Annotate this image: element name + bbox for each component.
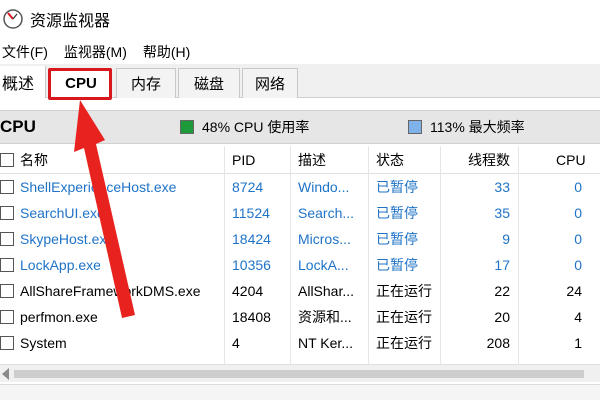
column-threads[interactable]: 线程数 [468, 146, 510, 174]
row-checkbox[interactable] [0, 258, 14, 272]
process-pid: 4 [232, 335, 240, 351]
process-status: 正在运行 [376, 309, 432, 325]
table-row[interactable]: LockApp.exe 10356 LockA... 已暂停 17 0 [0, 252, 600, 278]
process-cpu: 24 [566, 283, 582, 299]
row-checkbox[interactable] [0, 336, 14, 350]
process-threads: 20 [494, 309, 510, 325]
table-row[interactable]: perfmon.exe 18408 资源和... 正在运行 20 4 [0, 304, 600, 330]
process-description: AllShar... [298, 283, 355, 299]
tab-cpu[interactable]: CPU [50, 68, 112, 98]
next-section-header[interactable] [0, 384, 600, 400]
process-status: 已暂停 [376, 231, 418, 247]
process-cpu: 0 [574, 205, 582, 221]
process-description: Search... [298, 205, 355, 221]
table-row[interactable]: AllShareFrameworkDMS.exe 4204 AllShar...… [0, 278, 600, 304]
process-pid: 4204 [232, 283, 264, 299]
row-checkbox[interactable] [0, 180, 14, 194]
menu-monitor[interactable]: 监视器(M) [62, 42, 129, 62]
title-bar: 资源监视器 [0, 0, 600, 38]
scroll-thumb[interactable] [14, 370, 584, 378]
column-name[interactable]: 名称 [20, 146, 48, 174]
process-cpu: 0 [574, 179, 582, 195]
row-checkbox[interactable] [0, 206, 14, 220]
process-cpu: 0 [574, 257, 582, 273]
tab-disk[interactable]: 磁盘 [178, 68, 240, 98]
process-table: ShellExperienceHost.exe 8724 Windo... 已暂… [0, 174, 600, 356]
tab-overview[interactable]: 概述 [0, 66, 46, 98]
menu-bar: 文件(F) 监视器(M) 帮助(H) [0, 40, 204, 64]
menu-file[interactable]: 文件(F) [0, 42, 50, 62]
process-threads: 17 [494, 257, 510, 273]
column-pid[interactable]: PID [232, 146, 255, 174]
process-name: perfmon.exe [20, 309, 98, 325]
column-description[interactable]: 描述 [298, 146, 326, 174]
process-description: NT Ker... [298, 335, 353, 351]
process-status: 正在运行 [376, 335, 432, 351]
cpu-usage-label: 48% CPU 使用率 [202, 119, 310, 135]
process-name: SearchUI.exe [20, 205, 105, 221]
horizontal-scrollbar[interactable] [0, 364, 600, 382]
row-checkbox[interactable] [0, 284, 14, 298]
process-name: SkypeHost.exe [20, 231, 115, 247]
menu-help[interactable]: 帮助(H) [141, 42, 192, 62]
row-checkbox[interactable] [0, 232, 14, 246]
process-name: ShellExperienceHost.exe [20, 179, 177, 195]
process-status: 正在运行 [376, 283, 432, 299]
table-header: 名称 PID 描述 状态 线程数 CPU [0, 146, 600, 174]
cpu-usage-stat: 48% CPU 使用率 [180, 117, 309, 137]
process-description: Micros... [298, 231, 351, 247]
process-status: 已暂停 [376, 205, 418, 221]
max-frequency-label: 113% 最大频率 [430, 119, 525, 135]
process-status: 已暂停 [376, 257, 418, 273]
frequency-swatch [408, 120, 422, 134]
table-row[interactable]: ShellExperienceHost.exe 8724 Windo... 已暂… [0, 174, 600, 200]
max-frequency-stat: 113% 最大频率 [408, 117, 525, 137]
table-row[interactable]: SearchUI.exe 11524 Search... 已暂停 35 0 [0, 200, 600, 226]
process-name: AllShareFrameworkDMS.exe [20, 283, 201, 299]
column-cpu[interactable]: CPU [556, 146, 586, 174]
table-row[interactable]: System 4 NT Ker... 正在运行 208 1 [0, 330, 600, 356]
process-threads: 22 [494, 283, 510, 299]
process-pid: 8724 [232, 179, 264, 195]
process-threads: 33 [494, 179, 510, 195]
process-status: 已暂停 [376, 179, 418, 195]
section-title: CPU [0, 117, 36, 136]
process-description: Windo... [298, 179, 350, 195]
table-row[interactable]: SkypeHost.exe 18424 Micros... 已暂停 9 0 [0, 226, 600, 252]
process-pid: 18424 [232, 231, 271, 247]
resource-monitor-icon [3, 9, 23, 29]
process-cpu: 4 [574, 309, 582, 325]
column-status[interactable]: 状态 [376, 146, 404, 174]
process-cpu: 0 [574, 231, 582, 247]
process-pid: 18408 [232, 309, 271, 325]
process-pid: 11524 [232, 205, 270, 221]
process-name: System [20, 335, 67, 351]
process-threads: 35 [494, 205, 510, 221]
process-cpu: 1 [574, 335, 582, 351]
row-checkbox[interactable] [0, 310, 14, 324]
usage-swatch [180, 120, 194, 134]
process-pid: 10356 [232, 257, 271, 273]
process-threads: 9 [502, 231, 510, 247]
tab-network[interactable]: 网络 [242, 68, 298, 98]
process-name: LockApp.exe [20, 257, 101, 273]
process-description: 资源和... [298, 309, 352, 325]
cpu-section-header[interactable]: CPU 48% CPU 使用率 113% 最大频率 [0, 110, 600, 144]
process-threads: 208 [486, 335, 510, 351]
process-description: LockA... [298, 257, 349, 273]
tab-memory[interactable]: 内存 [116, 68, 176, 98]
scroll-left-arrow-icon[interactable] [2, 368, 9, 380]
tab-bar: 概述 CPU 内存 磁盘 网络 [0, 64, 600, 98]
select-all-checkbox[interactable] [0, 153, 14, 167]
window-title: 资源监视器 [30, 13, 111, 30]
